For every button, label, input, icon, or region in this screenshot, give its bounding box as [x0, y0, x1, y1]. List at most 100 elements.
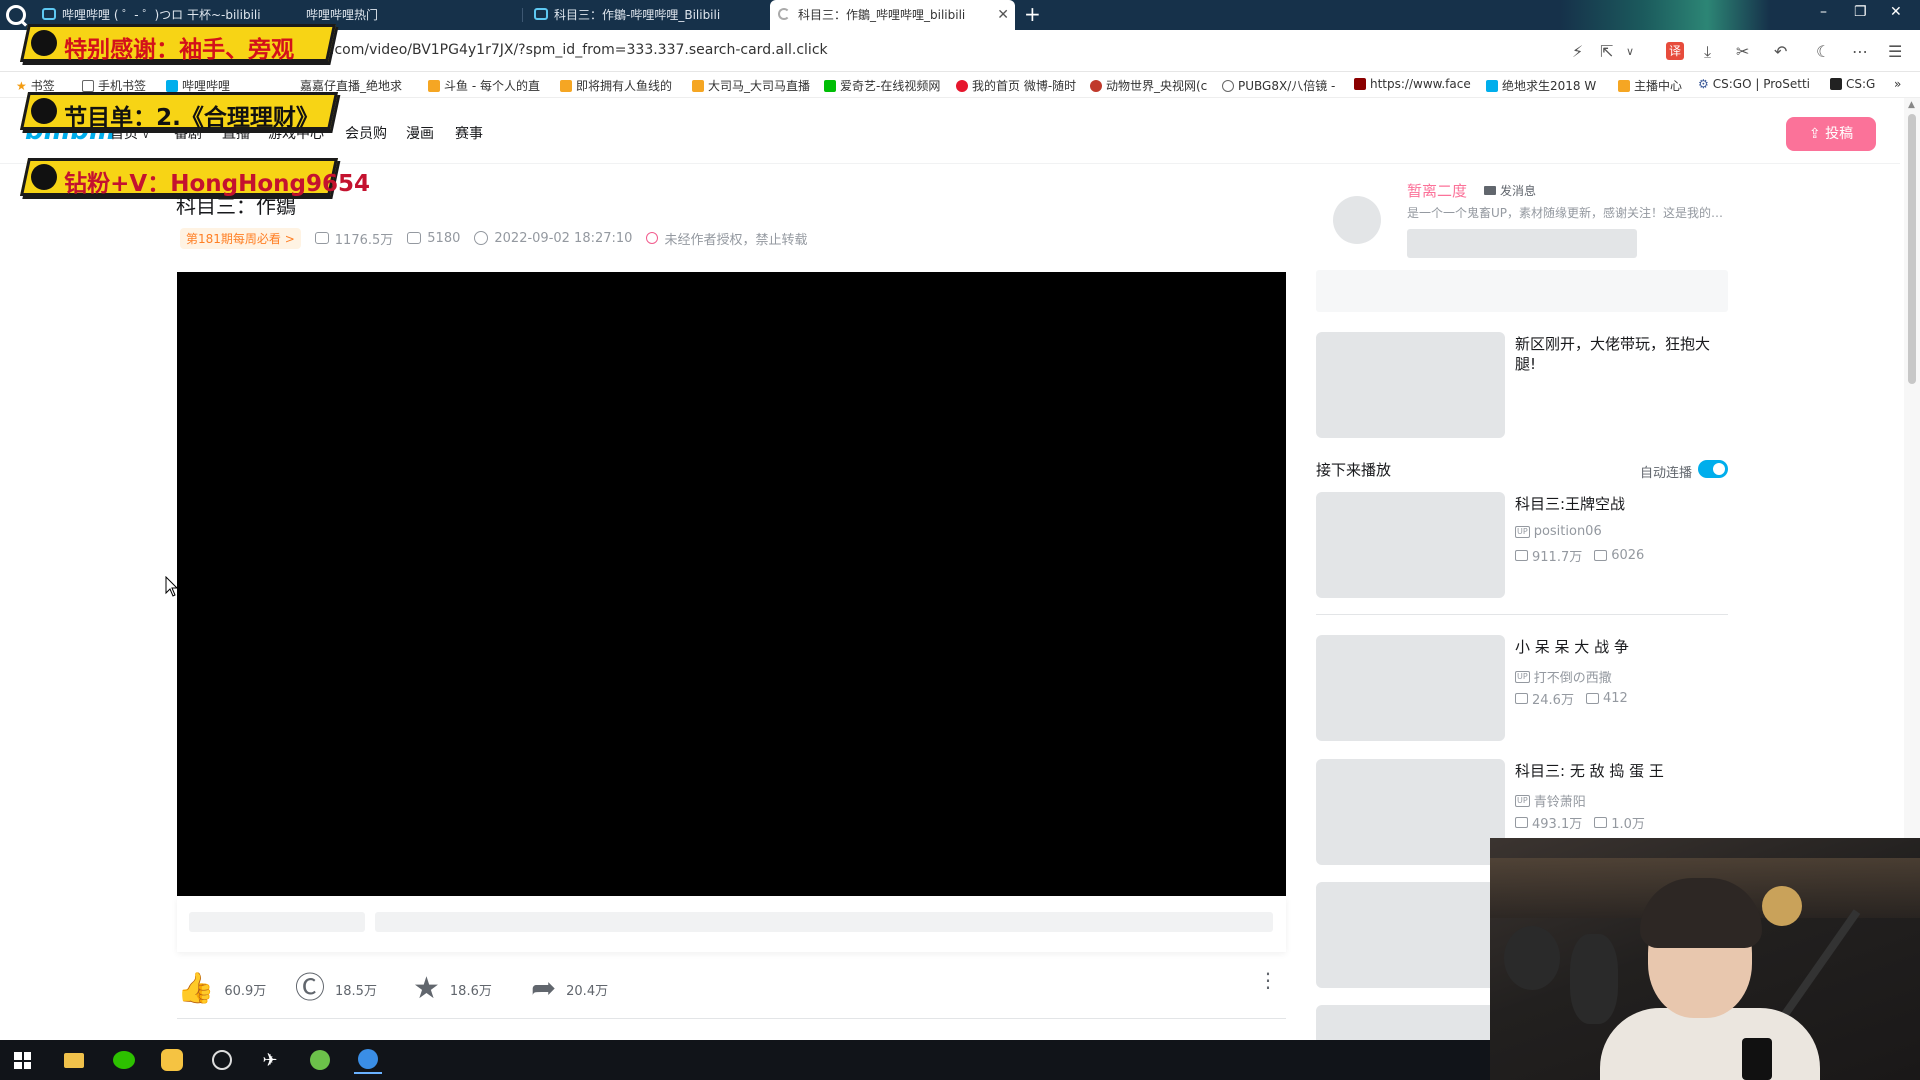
scroll-thumb[interactable] [1908, 114, 1916, 384]
favorite-button[interactable]: ★ 18.6万 [413, 974, 492, 1004]
video-thumbnail[interactable] [1316, 759, 1505, 865]
coin-button[interactable]: Ⓒ 18.5万 [295, 974, 377, 1004]
bookmark-item[interactable]: ⚙ CS:GO | ProSetti [1698, 77, 1810, 91]
wechat-icon[interactable] [110, 1046, 138, 1074]
banner-text: 钻粉+V：HongHong9654 [64, 171, 371, 197]
play-count-icon [1515, 693, 1528, 704]
recommended-card[interactable]: 新区刚开，大佬带玩，狂抱大腿! [1316, 332, 1728, 440]
game-app-icon[interactable] [208, 1046, 236, 1074]
download-icon[interactable]: ⤓ [1704, 42, 1711, 62]
ad-placeholder [1316, 270, 1728, 312]
coin-icon: Ⓒ [295, 971, 325, 1006]
owl-app-icon[interactable] [158, 1046, 186, 1074]
upload-icon: ⇪ [1808, 126, 1821, 142]
tab-video-active[interactable]: 科目三：作鶵_哔哩哔哩_bilibili ✕ [770, 0, 1015, 30]
url-field[interactable]: .com/video/BV1PG4y1r7JX/?spm_id_from=333… [330, 42, 828, 58]
browser-app-icon[interactable] [354, 1046, 382, 1074]
share-count: 20.4万 [566, 983, 609, 999]
bookmark-item[interactable]: 我的首页 微博-随时 [956, 77, 1076, 94]
douyu-icon [560, 79, 572, 92]
copyright-notice: 未经作者授权，禁止转载 [646, 229, 807, 248]
video-thumbnail[interactable] [1316, 332, 1505, 438]
banner-text: 特别感谢：袖手、旁观 [64, 37, 295, 63]
recommendation-title[interactable]: 科目三:王牌空战 [1515, 494, 1727, 514]
weekly-badge[interactable]: 第181期每周必看 > [180, 227, 301, 249]
bookmark-item[interactable]: 爱奇艺-在线视频网 [824, 77, 940, 94]
video-thumbnail[interactable] [1316, 882, 1505, 988]
list-item[interactable]: 科目三:王牌空战 UP position06 911.7万 6026 [1316, 492, 1728, 600]
video-player[interactable] [177, 272, 1286, 896]
danmaku-count: 1.0万 [1611, 817, 1645, 832]
bookmark-item[interactable]: 斗鱼 - 每个人的直 [428, 77, 540, 94]
nav-esports[interactable]: 赛事 [455, 123, 483, 143]
more-icon[interactable]: ⋯ [1852, 42, 1868, 61]
new-tab-button[interactable]: + [1024, 2, 1041, 26]
feather-app-icon[interactable]: ✈ [256, 1046, 284, 1074]
close-icon[interactable]: ✕ [997, 0, 1009, 30]
like-button[interactable]: 👍 60.9万 [177, 974, 266, 1004]
recommendation-title[interactable]: 小 呆 呆 大 战 争 [1515, 637, 1727, 657]
restore-icon[interactable]: ❐ [1854, 4, 1867, 20]
recommendation-stats: 911.7万 6026 [1515, 546, 1644, 565]
scissors-icon[interactable]: ✂ [1736, 42, 1749, 61]
more-options-icon[interactable]: ⋮ [1258, 970, 1278, 990]
recommendation-up[interactable]: UP 打不倒の西撒 [1515, 667, 1612, 686]
loading-placeholder [375, 912, 1273, 932]
bookmark-item[interactable]: https://www.face [1354, 77, 1471, 91]
bookmark-item[interactable]: 即将拥有人鱼线的 [560, 77, 672, 94]
share-button[interactable]: ➦ 20.4万 [531, 974, 608, 1004]
danmaku-icon [1594, 550, 1608, 561]
close-window-icon[interactable]: ✕ [1890, 4, 1902, 20]
bookmark-item[interactable]: PUBG8X/八倍镜 - [1222, 77, 1335, 94]
nav-comics[interactable]: 漫画 [406, 123, 434, 143]
play-count-icon [1515, 550, 1528, 561]
send-message-label: 发消息 [1500, 184, 1537, 198]
bookmark-item[interactable]: 绝地求生2018 W [1486, 77, 1596, 94]
recommendation-title[interactable]: 科目三: 无 敌 捣 蛋 王 [1515, 761, 1727, 781]
danmaku-count: 412 [1602, 691, 1628, 706]
translate-button[interactable]: 译 [1666, 42, 1684, 60]
follow-button-placeholder[interactable] [1407, 229, 1637, 258]
bookmark-item[interactable]: 动物世界_央视网(c [1090, 77, 1207, 94]
recommended-title[interactable]: 新区刚开，大佬带玩，狂抱大腿! [1515, 334, 1727, 374]
file-explorer-icon[interactable] [60, 1046, 88, 1074]
loading-spinner-icon [778, 8, 790, 20]
bookmark-label: 主播中心 [1634, 79, 1683, 93]
windows-start-icon[interactable] [14, 1052, 31, 1069]
recommendation-up[interactable]: UP 青铃萧阳 [1515, 791, 1586, 810]
undo-icon[interactable]: ↶ [1774, 42, 1787, 61]
autoplay-toggle[interactable] [1698, 460, 1728, 478]
tab-video-1[interactable]: 科目三：作鶵-哔哩哔哩_Bilibili [526, 0, 766, 30]
scroll-up-icon[interactable]: ▲ [1908, 100, 1915, 110]
send-message-link[interactable]: 发消息 [1484, 182, 1536, 199]
bookmark-item[interactable]: 大司马_大司马直播 [692, 77, 810, 94]
chevron-down-icon[interactable]: ∨ [1626, 45, 1634, 58]
uploader-avatar[interactable] [1333, 196, 1381, 244]
bookmark-label: CS:GO | ProSetti [1712, 77, 1811, 91]
video-thumbnail[interactable] [1316, 492, 1505, 598]
danmaku-count: 6026 [1611, 548, 1645, 563]
tab-bar-decoration [1560, 0, 1770, 30]
bookmark-item[interactable]: 主播中心 [1618, 77, 1682, 94]
bookmark-label: 大司马_大司马直播 [708, 79, 811, 93]
upload-button[interactable]: ⇪ 投稿 [1786, 117, 1876, 151]
night-mode-icon[interactable]: ☾ [1816, 42, 1830, 61]
share-page-icon[interactable]: ⇱ [1600, 42, 1613, 61]
lightning-icon[interactable]: ⚡ [1572, 42, 1583, 61]
browser-logo-icon[interactable] [6, 5, 26, 25]
uploader-name[interactable]: 暂离二度 [1407, 180, 1467, 201]
more-bookmarks-icon[interactable]: » [1894, 77, 1901, 91]
list-item[interactable]: 小 呆 呆 大 战 争 UP 打不倒の西撒 24.6万 412 [1316, 635, 1728, 743]
share-arrow-icon: ➦ [531, 971, 557, 1006]
nav-member-shop[interactable]: 会员购 [345, 123, 387, 143]
video-thumbnail[interactable] [1316, 635, 1505, 741]
star-icon: ★ [413, 971, 440, 1006]
menu-icon[interactable]: ☰ [1888, 42, 1902, 61]
green-app-icon[interactable] [306, 1046, 334, 1074]
video-toolbar: 👍 60.9万 Ⓒ 18.5万 ★ 18.6万 ➦ 20.4万 ⋮ [177, 966, 1286, 1010]
upload-label: 投稿 [1825, 126, 1854, 142]
video-thumbnail[interactable] [1316, 1005, 1505, 1045]
recommendation-up[interactable]: UP position06 [1515, 524, 1602, 539]
bookmark-item[interactable]: CS:G [1830, 77, 1875, 91]
minimize-icon[interactable]: – [1820, 4, 1827, 20]
